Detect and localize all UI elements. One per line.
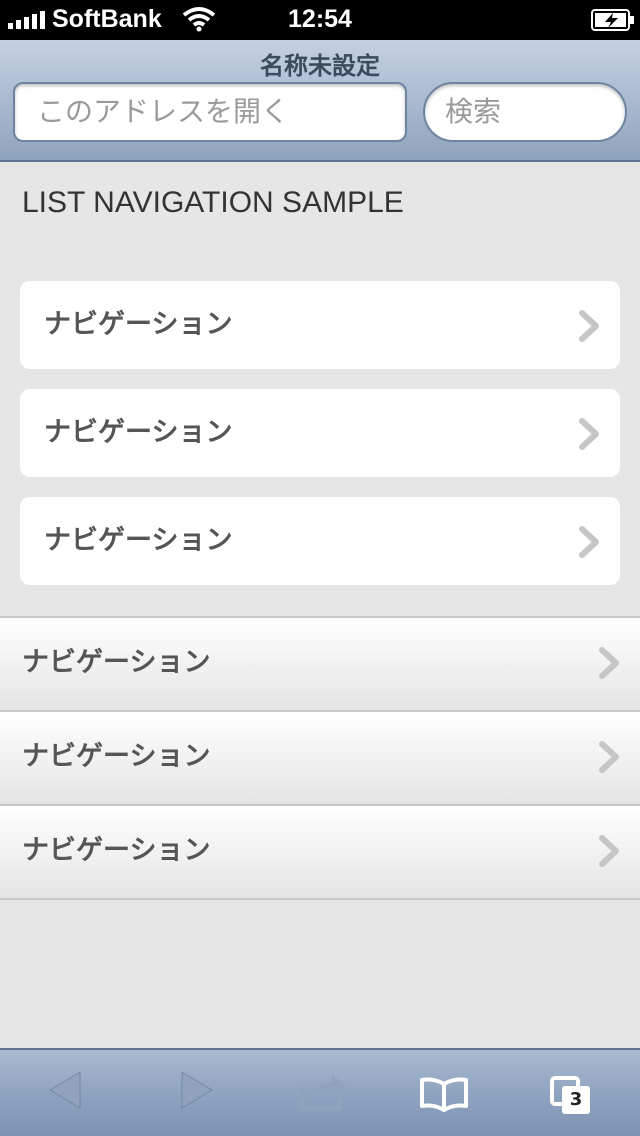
nav-item-label: ナビゲーション: [44, 417, 233, 448]
chevron-right-icon: [599, 741, 619, 773]
card-nav-item[interactable]: ナビゲーション: [20, 389, 620, 477]
page-heading: LIST NAVIGATION SAMPLE: [22, 186, 404, 219]
card-nav-item[interactable]: ナビゲーション: [20, 281, 620, 369]
battery-charging-icon: [591, 9, 634, 31]
status-time: 12:54: [288, 5, 352, 33]
nav-item-label: ナビゲーション: [44, 309, 233, 340]
chevron-right-icon: [579, 418, 599, 450]
nav-item-label: ナビゲーション: [22, 741, 211, 772]
chevron-right-icon: [579, 526, 599, 558]
browser-header: 名称未設定 このアドレスを開く 検索: [0, 40, 640, 162]
nav-list: ナビゲーション ナビゲーション ナビゲーション: [0, 616, 640, 900]
page-title: 名称未設定: [260, 52, 380, 80]
status-bar: SoftBank 12:54: [0, 0, 640, 40]
page-content: LIST NAVIGATION SAMPLE ナビゲーション ナビゲーション ナ…: [0, 162, 640, 1048]
list-nav-item[interactable]: ナビゲーション: [0, 804, 640, 900]
nav-item-label: ナビゲーション: [22, 835, 211, 866]
bookmarks-icon[interactable]: [418, 1076, 470, 1112]
search-field[interactable]: 検索: [423, 82, 627, 142]
nav-item-label: ナビゲーション: [44, 525, 233, 556]
list-nav-item[interactable]: ナビゲーション: [0, 616, 640, 710]
tab-count-badge: 3: [562, 1086, 590, 1114]
browser-toolbar: 3: [0, 1048, 640, 1136]
card-nav-item[interactable]: ナビゲーション: [20, 497, 620, 585]
forward-arrow-icon[interactable]: [176, 1068, 216, 1112]
chevron-right-icon: [599, 647, 619, 679]
back-arrow-icon[interactable]: [46, 1068, 86, 1112]
chevron-right-icon: [599, 835, 619, 867]
share-icon[interactable]: [298, 1070, 350, 1112]
address-field[interactable]: このアドレスを開く: [13, 82, 407, 142]
list-nav-item[interactable]: ナビゲーション: [0, 710, 640, 804]
chevron-right-icon: [579, 310, 599, 342]
nav-item-label: ナビゲーション: [22, 647, 211, 678]
